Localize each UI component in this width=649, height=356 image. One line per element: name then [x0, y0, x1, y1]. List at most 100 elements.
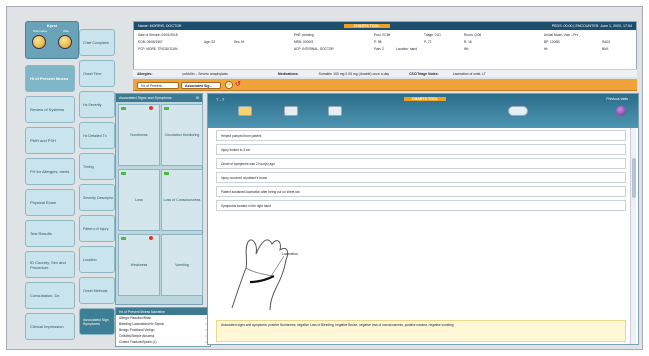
symptom-cell[interactable]: Loss of Consciousness	[161, 169, 203, 231]
header-field: BP: 120/80	[544, 40, 560, 44]
symptom-cell[interactable]: Vomiting	[161, 234, 203, 296]
allergy-value: pcNcIlin – Severe anaphylaxis	[182, 71, 228, 76]
tool-title: CHARTS TOOL	[343, 24, 390, 28]
lightning-icon[interactable]: ⚡	[225, 81, 233, 89]
symptom-cell[interactable]: Numbness	[118, 104, 160, 166]
gold-coin-icon[interactable]	[32, 35, 46, 49]
header-field: Pain: 2	[374, 47, 384, 51]
header-field: R: 16	[464, 40, 472, 44]
subnav-item[interactable]: Associated Sign Symptoms	[79, 308, 115, 335]
nav-item[interactable]: FH for Allergies, meds	[25, 158, 75, 185]
subnav-item[interactable]: Hx Severity	[79, 91, 115, 118]
toggle-icon[interactable]	[508, 106, 528, 116]
narrative-panel: Hx of Present Illness Narrative Allergic…	[115, 307, 211, 347]
patient-name: Name: MORRIS, DOCTOR	[138, 24, 182, 28]
section-dropdown[interactable]: Hx of Present...	[137, 82, 179, 89]
chart-line[interactable]: Helped pumped from patient	[216, 130, 626, 141]
figure-label: Laceration	[282, 252, 298, 256]
allergy-bar: Allergies: pcNcIlin – Severe anaphylaxis…	[133, 69, 637, 77]
signs-title: Associated Signs and Symptoms	[119, 96, 172, 100]
narrative-title: Hx of Present Illness Narrative	[116, 308, 210, 315]
subnav-item[interactable]: Onset Time	[79, 60, 115, 87]
symptom-label: Numbness	[130, 133, 148, 137]
subnav-item[interactable]: Hx Detailed Tx	[79, 122, 115, 149]
hand-laceration-figure	[231, 239, 289, 311]
role-left: Sharmaine	[32, 29, 48, 33]
document-icon[interactable]	[284, 106, 298, 116]
narrative-item-label: Bleeding Lacerations/Hx Sepsis	[119, 322, 165, 326]
encounter-info: PEDS: 00:00 | ENCOUNTER: June 1, 2020, 1…	[551, 24, 632, 28]
medications-value: Sumatrin 100 mg 0.05 mg (Unable) once a …	[318, 71, 390, 76]
header-field: DOB: 05/05/1967	[138, 40, 163, 44]
header-field: SaO2	[602, 40, 611, 44]
previous-visits-link[interactable]: Previous visits	[606, 97, 628, 101]
subnav-item[interactable]: Location	[79, 246, 115, 273]
symptom-label: Circulation Monitoring	[164, 133, 200, 137]
symptom-label: Loss of Consciousness	[163, 198, 201, 202]
header-field: Date of Service: 04/01/2018	[138, 33, 178, 37]
triage-label: CSC/Triage Notes:	[409, 71, 439, 76]
header-field: Location: hand	[396, 47, 417, 51]
header-field: Prov: ECIM	[374, 33, 391, 37]
header-field: Arrival Mode: Vwb – Prv	[544, 33, 579, 37]
subnav-item[interactable]: Chief Complaint	[79, 29, 115, 56]
symptom-cell[interactable]: Circulation Monitoring	[161, 104, 203, 166]
chart-panel: T - T CHARTS TOOL Previous visits Helped…	[207, 93, 639, 345]
patient-header: Name: MORRIS, DOCTOR CHARTS TOOL PEDS: 0…	[133, 21, 637, 75]
header-field: MRN: 000001	[294, 40, 314, 44]
header-field: Ht:	[544, 47, 549, 51]
nav-item[interactable]: Test Results	[25, 220, 75, 247]
chart-line[interactable]: Onset of symptoms was 2 hour(s) ago	[216, 158, 626, 169]
nav-item[interactable]: Consultation, Dx	[25, 282, 75, 309]
triage-value: Laceration of wrist, LT	[452, 71, 486, 76]
symptom-cell[interactable]: Loss	[118, 169, 160, 231]
header-field: Sex: M	[234, 40, 244, 44]
header-field: PHE: pending	[294, 33, 314, 37]
header-field: Triage: 0:01	[424, 33, 441, 37]
nav-item[interactable]: Physical Exam	[25, 189, 75, 216]
signs-panel: Associated Signs and Symptoms ⊞ Numbness …	[115, 93, 203, 305]
subsection-field[interactable]: Associated Sig...	[181, 82, 221, 89]
chart-line[interactable]: Injury occurred at patient's home	[216, 172, 626, 183]
nav-item[interactable]: H/ of Present Illness	[25, 65, 75, 92]
chart-line[interactable]: Symptoms located in the right hand	[216, 200, 626, 211]
header-field[interactable]: PCP: MORE, TRICIDOCAN	[138, 47, 177, 51]
gold-coin-icon[interactable]	[58, 35, 72, 49]
panel-label: T - T	[216, 97, 225, 102]
subnav-item[interactable]: Severity Descriptor	[79, 184, 115, 211]
narrative-item-label: Closed Fracture/Sprain (L)	[119, 340, 157, 344]
user-title: Kyrsl	[46, 23, 57, 28]
chart-line[interactable]: Patient sustained laceration after being…	[216, 186, 626, 197]
header-field: Room: Q:06	[464, 33, 482, 37]
subnav-item[interactable]: Pattern of Injury	[79, 215, 115, 242]
nav-item[interactable]: Clinical Impression	[25, 313, 75, 340]
symptom-cell[interactable]: Weakness	[118, 234, 160, 296]
symptom-label: Loss	[135, 198, 143, 202]
main-nav: H/ of Present Illness Review of Systems …	[25, 65, 75, 344]
header-field[interactable]: ACP: INTERNAL, DOCTOR	[294, 47, 334, 51]
symptom-label: Weakness	[130, 263, 148, 267]
chart-line[interactable]: Injury limited to 3 cm	[216, 144, 626, 155]
notes-icon[interactable]	[238, 106, 252, 116]
subnav-item[interactable]: Timing	[79, 153, 115, 180]
header-field: Wt:	[464, 47, 469, 51]
expand-icon[interactable]: ⊞	[196, 96, 199, 100]
list-icon[interactable]	[328, 106, 342, 116]
nav-item[interactable]: PMH and PSH	[25, 127, 75, 154]
subnav-item[interactable]: Onset Methods	[79, 277, 115, 304]
narrative-item-label: Cellulitis/Simple Abscess	[119, 334, 155, 338]
section-toolbar: Hx of Present... Associated Sig... ⚡ ↺	[133, 79, 637, 91]
panel-tag: CHARTS TOOL	[404, 97, 446, 101]
narrative-item-label: Allergic Reaction/Rash	[119, 316, 152, 320]
refresh-icon[interactable]: ↺	[235, 81, 243, 89]
header-field: P: 98	[374, 40, 382, 44]
narrative-item[interactable]: Closed Fracture/Sprain (L)○	[116, 339, 210, 345]
narrative-note: Associated signs and symptoms: positive …	[216, 320, 626, 342]
scrollbar[interactable]	[630, 128, 636, 344]
role-right: Rita	[63, 29, 69, 33]
user-panel: Kyrsl Sharmaine Rita	[25, 21, 79, 59]
nav-item[interactable]: ID Country, Sex and Procedure	[25, 251, 75, 278]
nav-item[interactable]: Review of Systems	[25, 96, 75, 123]
globe-icon[interactable]	[616, 106, 626, 116]
header-field: P: 72	[424, 40, 432, 44]
